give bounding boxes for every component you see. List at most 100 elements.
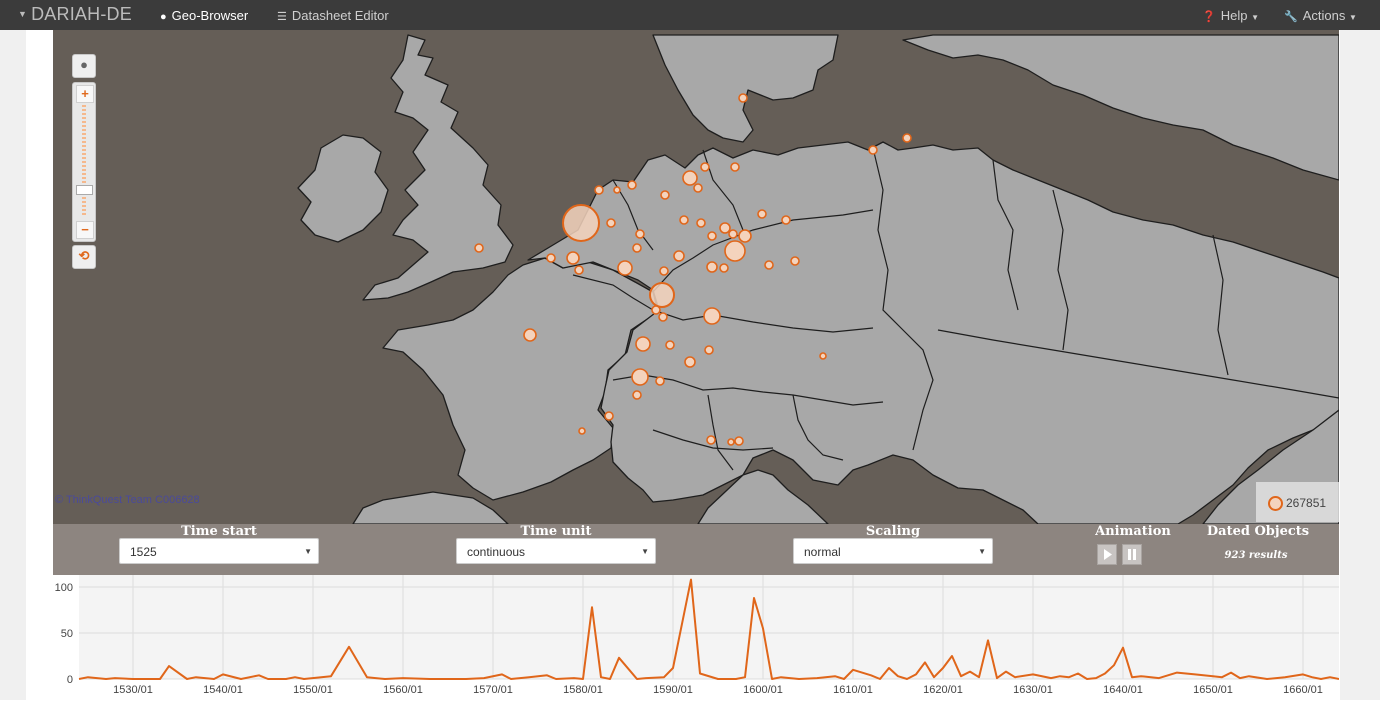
map-point[interactable]	[655, 376, 665, 386]
map-point[interactable]	[706, 435, 716, 445]
scandinavia	[652, 34, 839, 143]
map-view[interactable]	[53, 30, 1339, 524]
map-point[interactable]	[660, 190, 670, 200]
map-point[interactable]	[738, 229, 752, 243]
zoom-track[interactable]	[82, 105, 86, 217]
map-point[interactable]	[613, 186, 621, 194]
map-point[interactable]	[728, 229, 738, 239]
results-count: 923 results	[1224, 550, 1288, 561]
top-navbar: ▼ DARIAH-DE ● Geo-Browser ☰ Datasheet Edito…	[0, 0, 1380, 30]
map-point[interactable]	[724, 240, 746, 262]
map-point[interactable]	[474, 243, 484, 253]
map-point[interactable]	[727, 438, 735, 446]
map-point[interactable]	[781, 215, 791, 225]
time-unit-value: continuous	[467, 545, 526, 559]
map-point[interactable]	[659, 266, 669, 276]
map-canvas[interactable]	[53, 30, 1339, 524]
timeline-svg[interactable]: 0 50 100 1530/01 1540/01 1550/01 1560/01 1570/0…	[53, 575, 1340, 700]
map-point[interactable]	[574, 265, 584, 275]
nav-geo-browser[interactable]: ● Geo-Browser	[160, 8, 248, 23]
map-point[interactable]	[523, 328, 537, 342]
map-point[interactable]	[606, 218, 616, 228]
zoom-to-location-button[interactable]: ●	[72, 54, 96, 78]
ireland	[297, 134, 389, 243]
map-point[interactable]	[631, 368, 649, 386]
x-tick-label: 1630/01	[1013, 684, 1053, 696]
map-point[interactable]	[562, 204, 600, 242]
x-tick-label: 1580/01	[563, 684, 603, 696]
map-point[interactable]	[719, 222, 731, 234]
scaling-select[interactable]: normal ▼	[793, 538, 993, 564]
minus-icon: −	[81, 222, 89, 237]
map-attribution: © ThinkQuest Team C006628	[55, 494, 200, 506]
dated-objects-label: Dated Objects	[1206, 524, 1310, 539]
plot-area[interactable]	[79, 575, 1339, 679]
map-point[interactable]	[632, 390, 642, 400]
map-point[interactable]	[703, 307, 721, 325]
reset-view-button[interactable]: ⟲	[72, 245, 96, 269]
map-point[interactable]	[594, 185, 604, 195]
list-icon: ☰	[277, 11, 287, 23]
time-start-select[interactable]: 1525 ▼	[119, 538, 319, 564]
help-menu[interactable]: ❓ Help ▼	[1202, 8, 1259, 23]
zoom-in-button[interactable]: +	[76, 85, 94, 103]
map-point[interactable]	[684, 356, 696, 368]
map-point[interactable]	[635, 229, 645, 239]
y-tick-label: 100	[55, 582, 73, 594]
chevron-down-icon: ▼	[304, 547, 312, 556]
map-point[interactable]	[757, 209, 767, 219]
map-point[interactable]	[617, 260, 633, 276]
nav-datasheet-editor-label: Datasheet Editor	[291, 8, 389, 23]
map-point[interactable]	[734, 436, 744, 446]
map-point[interactable]	[707, 231, 717, 241]
map-point[interactable]	[632, 243, 642, 253]
x-tick-label: 1650/01	[1193, 684, 1233, 696]
map-point[interactable]	[627, 180, 637, 190]
map-point[interactable]	[868, 145, 878, 155]
caret-down-icon: ▼	[1348, 13, 1357, 22]
map-point[interactable]	[682, 170, 698, 186]
map-point[interactable]	[578, 427, 586, 435]
map-point[interactable]	[790, 256, 800, 266]
map-point[interactable]	[902, 133, 912, 143]
map-point[interactable]	[719, 263, 729, 273]
map-point[interactable]	[696, 218, 706, 228]
zoom-slider[interactable]: + −	[72, 82, 96, 242]
map-point[interactable]	[649, 282, 675, 308]
map-point[interactable]	[819, 352, 827, 360]
play-button[interactable]	[1097, 544, 1117, 565]
timeline-chart[interactable]: 0 50 100 1530/01 1540/01 1550/01 1560/01 1570/0…	[53, 575, 1340, 700]
actions-label: Actions	[1302, 8, 1346, 23]
map-point[interactable]	[679, 215, 689, 225]
map-point[interactable]	[704, 345, 714, 355]
map-point[interactable]	[706, 261, 718, 273]
map-point[interactable]	[566, 251, 580, 265]
map-point[interactable]	[693, 183, 703, 193]
pause-button[interactable]	[1122, 544, 1142, 565]
question-icon: ❓	[1202, 11, 1216, 23]
map-point[interactable]	[700, 162, 710, 172]
map-point[interactable]	[604, 411, 614, 421]
brand-menu[interactable]: ▼ DARIAH-DE	[18, 4, 132, 25]
x-tick-label: 1600/01	[743, 684, 783, 696]
legend-circle-icon	[1268, 496, 1283, 511]
map-point[interactable]	[635, 336, 651, 352]
map-point[interactable]	[658, 312, 668, 322]
globe-icon: ●	[160, 11, 167, 23]
map-point[interactable]	[730, 162, 740, 172]
zoom-out-button[interactable]: −	[76, 221, 94, 239]
brand-label: DARIAH-DE	[31, 4, 132, 24]
map-point[interactable]	[738, 93, 748, 103]
actions-menu[interactable]: 🔧 Actions ▼	[1284, 8, 1357, 23]
x-tick-label: 1640/01	[1103, 684, 1143, 696]
map-point[interactable]	[651, 305, 661, 315]
nav-geo-browser-label: Geo-Browser	[171, 8, 249, 23]
time-unit-select[interactable]: continuous ▼	[456, 538, 656, 564]
map-point[interactable]	[673, 250, 685, 262]
zoom-handle[interactable]	[76, 185, 93, 195]
map-point[interactable]	[665, 340, 675, 350]
map-point[interactable]	[546, 253, 556, 263]
map-point[interactable]	[764, 260, 774, 270]
nav-datasheet-editor[interactable]: ☰ Datasheet Editor	[277, 8, 389, 23]
x-tick-label: 1610/01	[833, 684, 873, 696]
